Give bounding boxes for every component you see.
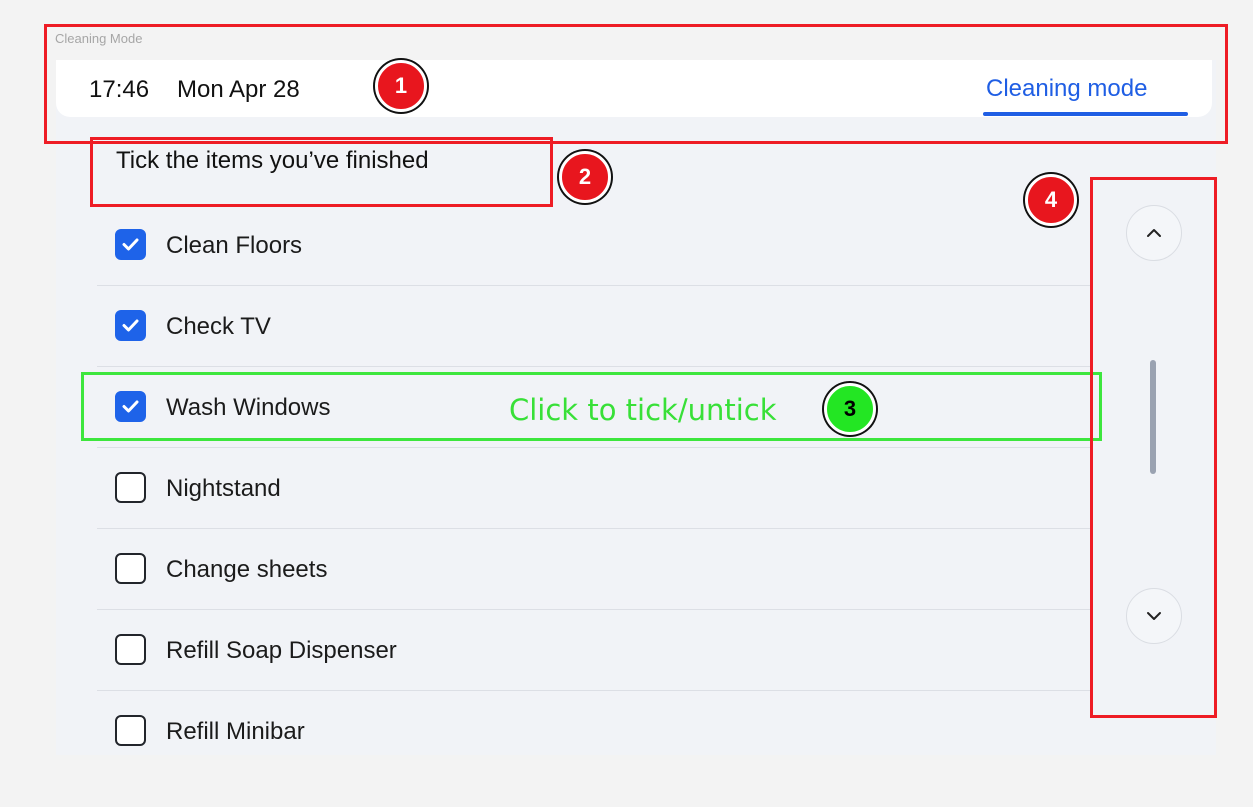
checklist-item-refill-minibar[interactable]: Refill Minibar <box>97 691 1090 771</box>
checkmark-icon <box>122 319 139 332</box>
checklist-item-nightstand[interactable]: Nightstand <box>97 448 1090 529</box>
checklist-item-label: Check TV <box>166 313 271 340</box>
annotation-badge-2: 2 <box>559 151 611 203</box>
checkbox[interactable] <box>115 715 146 746</box>
checkbox[interactable] <box>115 634 146 665</box>
annotation-box-header <box>44 24 1228 144</box>
checklist-item-change-sheets[interactable]: Change sheets <box>97 529 1090 610</box>
checkbox[interactable] <box>115 310 146 341</box>
checklist-item-clean-floors[interactable]: Clean Floors <box>97 205 1090 286</box>
checklist-item-label: Nightstand <box>166 475 281 502</box>
checkbox[interactable] <box>115 472 146 503</box>
annotation-hint-text: Click to tick/untick <box>509 393 777 427</box>
checkmark-icon <box>122 238 139 251</box>
checklist-item-label: Change sheets <box>166 556 328 583</box>
checkbox[interactable] <box>115 553 146 584</box>
checklist-item-label: Refill Minibar <box>166 718 305 745</box>
annotation-box-scroll-controls <box>1090 177 1217 718</box>
checklist: Clean Floors Check TV Wash Windows Night… <box>97 205 1090 771</box>
checklist-item-refill-soap-dispenser[interactable]: Refill Soap Dispenser <box>97 610 1090 691</box>
annotation-badge-3: 3 <box>824 383 876 435</box>
checkbox[interactable] <box>115 229 146 260</box>
annotation-box-instruction <box>90 137 553 207</box>
checklist-item-label: Refill Soap Dispenser <box>166 637 397 664</box>
annotation-badge-4: 4 <box>1025 174 1077 226</box>
annotation-badge-1: 1 <box>375 60 427 112</box>
checklist-item-label: Clean Floors <box>166 232 303 259</box>
checklist-item-check-tv[interactable]: Check TV <box>97 286 1090 367</box>
